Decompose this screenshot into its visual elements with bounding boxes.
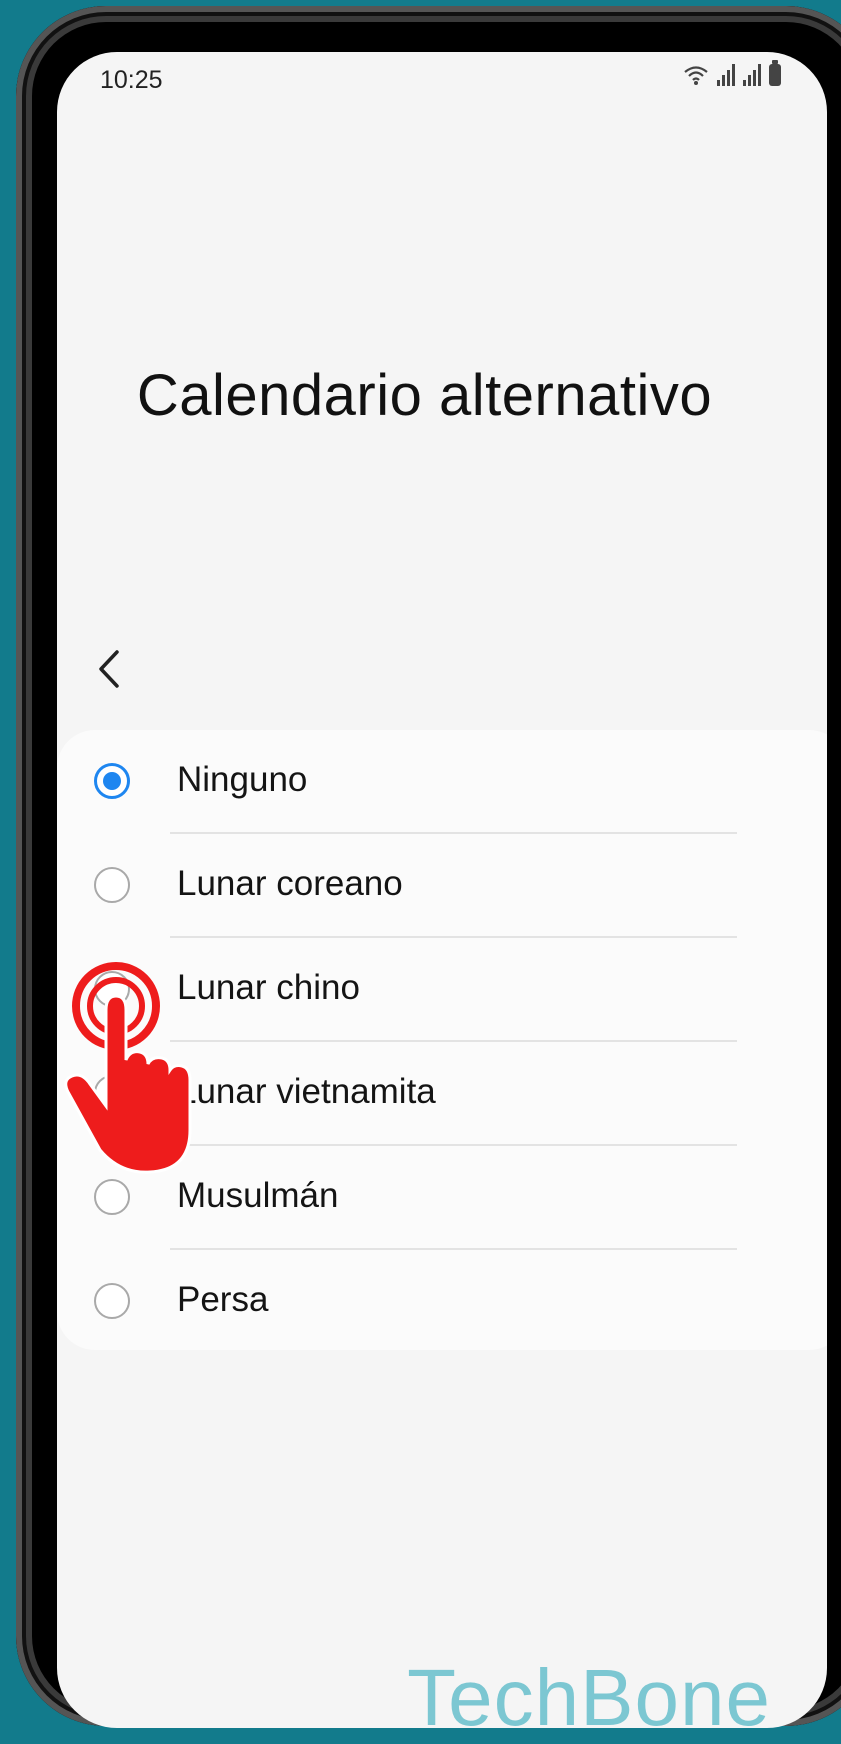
battery-icon <box>769 60 781 86</box>
option-label: Lunar chino <box>177 968 360 1007</box>
option-label: Persa <box>177 1280 269 1319</box>
tap-hand-icon <box>64 962 192 1174</box>
signal-icon <box>717 64 735 86</box>
radio-button[interactable] <box>94 867 130 903</box>
option-label: Musulmán <box>177 1176 339 1215</box>
wifi-icon <box>684 66 708 85</box>
status-time: 10:25 <box>100 66 163 94</box>
chevron-left-icon <box>99 650 119 688</box>
option-label: Lunar vietnamita <box>177 1072 436 1111</box>
back-button[interactable] <box>87 642 131 696</box>
phone-screen: 10:25 Calendario alternativo Ninguno Lun… <box>57 52 827 1728</box>
radio-button-selected[interactable] <box>94 763 130 799</box>
option-persa[interactable]: Persa <box>57 1250 827 1354</box>
radio-button[interactable] <box>94 1179 130 1215</box>
option-label: Ninguno <box>177 760 308 799</box>
radio-button[interactable] <box>94 1283 130 1319</box>
signal-icon <box>743 64 761 86</box>
status-icons <box>683 60 781 86</box>
option-ninguno[interactable]: Ninguno <box>57 730 827 834</box>
page-title: Calendario alternativo <box>136 363 713 428</box>
techbone-watermark: TechBone <box>407 1653 771 1742</box>
option-label: Lunar coreano <box>177 864 403 903</box>
option-lunar-coreano[interactable]: Lunar coreano <box>57 834 827 938</box>
